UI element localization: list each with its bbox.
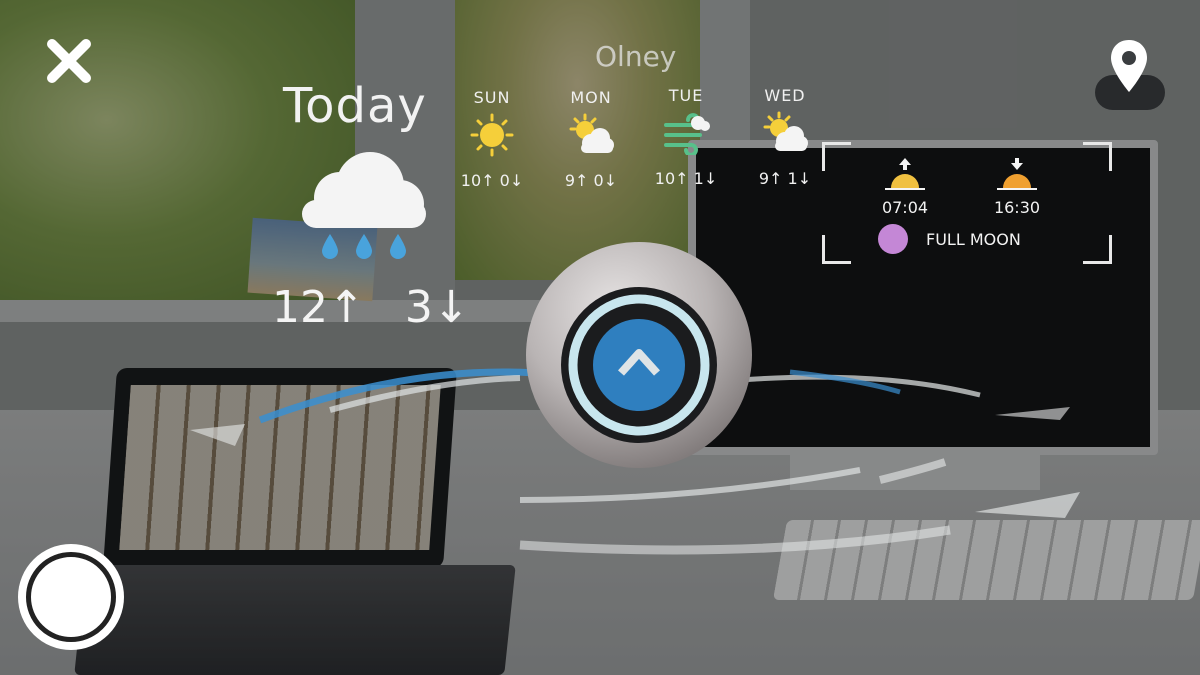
- forecast-low: 1: [693, 169, 704, 188]
- forecast-temps: 10↑ 0↓: [460, 171, 524, 190]
- sun-moon-panel: 07:04 16:30 FULL MOON: [822, 142, 1112, 264]
- forecast-day-label: TUE: [668, 86, 704, 105]
- forecast-temps: 9↑ 0↓: [564, 171, 618, 190]
- close-icon: [47, 39, 91, 83]
- forecast-day: TUE 10↑ 1↓: [644, 86, 728, 188]
- forecast-low: 0: [499, 171, 510, 190]
- sunset-time: 16:30: [993, 198, 1041, 217]
- frame-corner: [822, 142, 851, 171]
- forecast-low: 1: [787, 169, 798, 188]
- moon-phase: FULL MOON: [878, 224, 1021, 254]
- sunrise-time: 07:04: [881, 198, 929, 217]
- forecast-day: SUN 10↑ 0↓: [450, 88, 534, 190]
- sunset-icon: [997, 158, 1037, 190]
- location-button[interactable]: [1108, 38, 1150, 94]
- forecast-temps: 10↑ 1↓: [654, 169, 718, 188]
- frame-corner: [822, 235, 851, 264]
- forecast-day: WED 9↑ 1↓: [743, 86, 827, 188]
- sun-cloud-icon: [569, 113, 614, 153]
- frame-corner: [1083, 235, 1112, 264]
- forecast-day-label: MON: [570, 88, 612, 107]
- frame-corner: [1083, 142, 1112, 171]
- shutter-button-icon: [26, 552, 116, 642]
- forecast-high: 10: [654, 169, 676, 188]
- moon-phase-label: FULL MOON: [926, 229, 1021, 249]
- arrow-down-icon: ↓: [432, 282, 470, 333]
- forecast-day-label: WED: [764, 86, 806, 105]
- close-button[interactable]: [44, 38, 94, 86]
- forecast-temps: 9↑ 1↓: [758, 169, 812, 188]
- forecast-low: 0: [593, 171, 604, 190]
- sun-icon: [470, 113, 514, 157]
- location-name: Olney: [595, 40, 677, 73]
- sunrise: 07:04: [880, 156, 930, 217]
- rain-cloud-icon: [302, 152, 426, 259]
- moon-icon: [878, 224, 908, 254]
- forecast-high: 9: [564, 171, 576, 190]
- capture-button[interactable]: [18, 544, 124, 650]
- forecast-day: MON 9↑ 0↓: [549, 88, 633, 190]
- today-low: 3: [404, 282, 433, 333]
- sun-cloud-icon: [763, 111, 808, 151]
- wind-icon: [664, 113, 710, 155]
- arrow-up-icon: ↑: [328, 282, 365, 333]
- forecast-high: 9: [758, 169, 770, 188]
- today-high: 12: [272, 282, 328, 333]
- location-pin-icon: [1111, 40, 1147, 92]
- sunrise-icon: [885, 158, 925, 190]
- today-temperatures: 12↑ 3↓: [272, 282, 470, 333]
- forecast-day-label: SUN: [473, 88, 511, 107]
- today-title: Today: [283, 78, 427, 134]
- sunset: 16:30: [992, 156, 1042, 217]
- ar-weather-orb[interactable]: [522, 240, 756, 470]
- forecast-high: 10: [460, 171, 482, 190]
